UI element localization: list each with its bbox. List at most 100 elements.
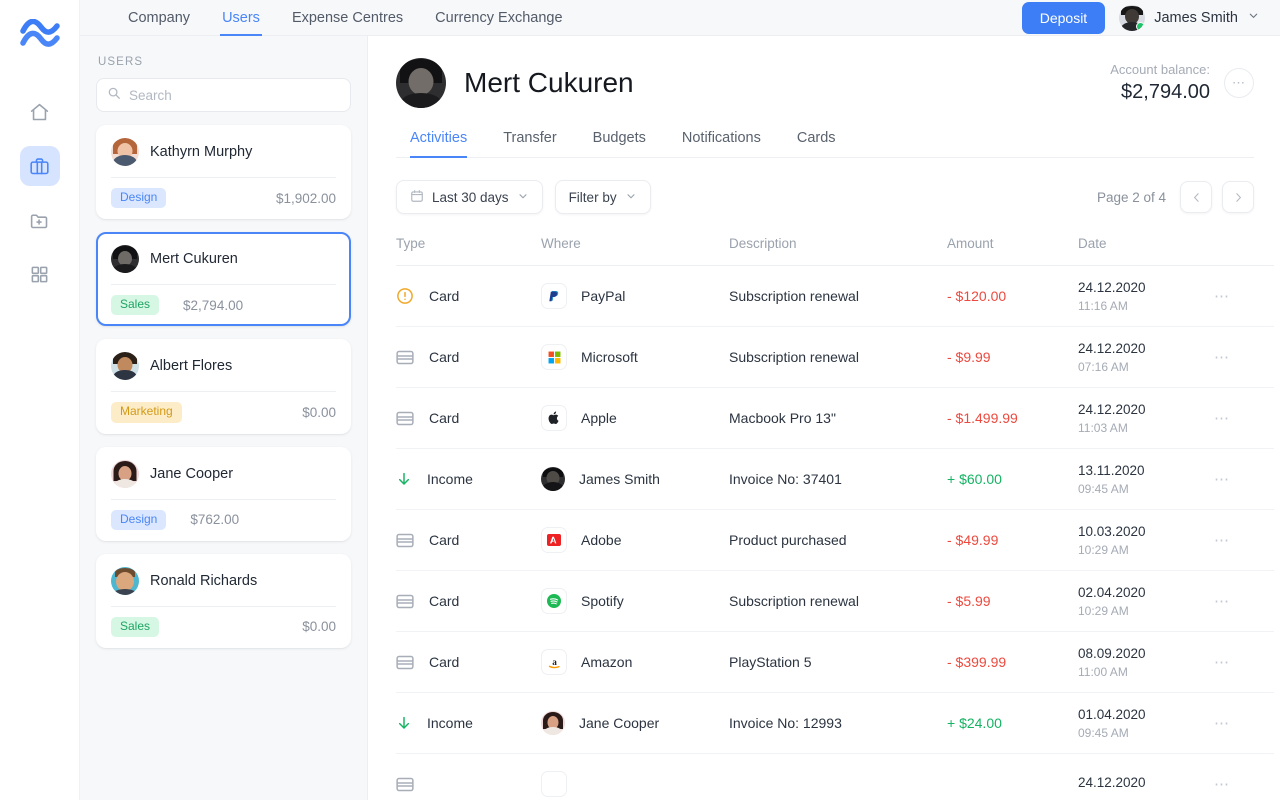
table-row[interactable]: Card Spotify Subscription renewal - $5.9… (396, 571, 1274, 632)
cell-amount: + $60.00 (947, 449, 1078, 510)
prev-page-button[interactable] (1180, 181, 1212, 213)
cell-date: 10.03.2020 10:29 AM (1078, 510, 1214, 571)
type-label: Card (429, 349, 459, 365)
nav-tab-company[interactable]: Company (112, 0, 206, 36)
type-label: Card (429, 532, 459, 548)
cell-date: 24.12.2020 07:16 AM (1078, 327, 1214, 388)
description-label: Product purchased (729, 532, 947, 548)
avatar (111, 352, 139, 380)
nav-tab-expense-centres[interactable]: Expense Centres (276, 0, 419, 36)
table-row[interactable]: Card Microsoft Subscription renewal - $9… (396, 327, 1274, 388)
nav-tab-currency-exchange[interactable]: Currency Exchange (419, 0, 578, 36)
icon-rail (0, 0, 80, 800)
row-more-icon[interactable]: ⋯ (1214, 409, 1274, 427)
table-row[interactable]: Card Adobe Product purchased - $49.99 10… (396, 510, 1274, 571)
tab-budgets[interactable]: Budgets (575, 130, 664, 157)
cell-actions: ⋯ (1214, 754, 1274, 800)
cell-description: Product purchased (729, 510, 947, 571)
amount-label: + $24.00 (947, 715, 1078, 731)
user-card-jane-cooper[interactable]: Jane Cooper Design $762.00 (96, 447, 351, 541)
more-horizontal-icon[interactable]: ⋯ (1224, 68, 1254, 98)
user-card-top: Albert Flores (111, 352, 336, 380)
cell-type: Income (396, 449, 541, 510)
cell-date: 13.11.2020 09:45 AM (1078, 449, 1214, 510)
user-card-ronald-richards[interactable]: Ronald Richards Sales $0.00 (96, 554, 351, 648)
divider (111, 391, 336, 392)
table-row[interactable]: Card a Amazon PlayStation 5 - $399.99 08… (396, 632, 1274, 693)
cell-amount: - $399.99 (947, 632, 1078, 693)
rail-item-home[interactable] (20, 92, 60, 132)
cell-actions: ⋯ (1214, 693, 1274, 754)
row-more-icon[interactable]: ⋯ (1214, 714, 1274, 732)
rail-item-new-folder[interactable] (20, 200, 60, 240)
rail-item-apps[interactable] (20, 254, 60, 294)
row-more-icon[interactable]: ⋯ (1214, 287, 1274, 305)
filter-by-button[interactable]: Filter by (555, 180, 651, 214)
time-label: 07:16 AM (1078, 360, 1214, 374)
cell-type: Card (396, 571, 541, 632)
time-label: 11:16 AM (1078, 299, 1214, 313)
tab-activities[interactable]: Activities (396, 130, 485, 157)
amount-label: + $60.00 (947, 471, 1078, 487)
cell-actions: ⋯ (1214, 510, 1274, 571)
profile-menu[interactable]: James Smith (1119, 5, 1260, 31)
row-more-icon[interactable]: ⋯ (1214, 531, 1274, 549)
nav-tab-users[interactable]: Users (206, 0, 276, 36)
cell-description: Subscription renewal (729, 327, 947, 388)
tab-transfer[interactable]: Transfer (485, 130, 574, 157)
row-more-icon[interactable]: ⋯ (1214, 348, 1274, 366)
date-filter-button[interactable]: Last 30 days (396, 180, 543, 214)
deposit-button[interactable]: Deposit (1022, 2, 1105, 34)
table-header-row: Type Where Description Amount Date (396, 236, 1274, 266)
spotify-logo (541, 588, 567, 614)
user-card-top: Mert Cukuren (111, 245, 336, 273)
user-card-bottom: Design $1,902.00 (111, 188, 336, 208)
user-card-top: Ronald Richards (111, 567, 336, 595)
search-box[interactable] (96, 78, 351, 112)
cell-amount: + $24.00 (947, 693, 1078, 754)
table-row[interactable]: Card Apple Macbook Pro 13" - $1.499.99 2… (396, 388, 1274, 449)
tab-cards[interactable]: Cards (779, 130, 854, 157)
description-label: Subscription renewal (729, 349, 947, 365)
cell-type: Card (396, 632, 541, 693)
type-label: Card (429, 410, 459, 426)
app-logo[interactable] (16, 14, 64, 58)
table-row[interactable]: Income Jane Cooper Invoice No: 12993 + $… (396, 693, 1274, 754)
row-more-icon[interactable]: ⋯ (1214, 592, 1274, 610)
user-card-bottom: Design $762.00 (111, 510, 336, 530)
table-row[interactable]: Card PayPal Subscription renewal - $120.… (396, 266, 1274, 327)
user-tag: Marketing (111, 402, 182, 422)
cell-actions: ⋯ (1214, 327, 1274, 388)
row-more-icon[interactable]: ⋯ (1214, 775, 1274, 793)
user-card-mert-cukuren[interactable]: Mert Cukuren Sales $2,794.00 (96, 232, 351, 326)
column-header-type: Type (396, 236, 541, 266)
warning-circle-icon (396, 287, 414, 305)
time-label: 09:45 AM (1078, 726, 1214, 740)
avatar (111, 138, 139, 166)
cell-where: Jane Cooper (541, 693, 729, 754)
user-card-albert-flores[interactable]: Albert Flores Marketing $0.00 (96, 339, 351, 433)
account-balance: Account balance: $2,794.00 ⋯ (1110, 62, 1254, 104)
user-card-kathyrn-murphy[interactable]: Kathyrn Murphy Design $1,902.00 (96, 125, 351, 219)
row-more-icon[interactable]: ⋯ (1214, 470, 1274, 488)
arrow-down-icon (396, 714, 412, 732)
where-label: Amazon (581, 654, 632, 670)
filter-by-label: Filter by (569, 190, 617, 205)
cell-type: Card (396, 388, 541, 449)
user-card-bottom: Sales $2,794.00 (111, 295, 336, 315)
where-label: James Smith (579, 471, 660, 487)
row-more-icon[interactable]: ⋯ (1214, 653, 1274, 671)
rail-item-briefcase[interactable] (20, 146, 60, 186)
chevron-down-icon (625, 190, 637, 205)
next-page-button[interactable] (1222, 181, 1254, 213)
cell-date: 24.12.2020 11:03 AM (1078, 388, 1214, 449)
tab-notifications[interactable]: Notifications (664, 130, 779, 157)
type-label: Card (429, 654, 459, 670)
avatar (111, 460, 139, 488)
chevron-down-icon[interactable] (1247, 9, 1260, 27)
column-header-amount: Amount (947, 236, 1078, 266)
cell-amount: - $120.00 (947, 266, 1078, 327)
search-input[interactable] (129, 88, 340, 103)
table-row[interactable]: 24.12.2020 ⋯ (396, 754, 1274, 800)
table-row[interactable]: Income James Smith Invoice No: 37401 + $… (396, 449, 1274, 510)
